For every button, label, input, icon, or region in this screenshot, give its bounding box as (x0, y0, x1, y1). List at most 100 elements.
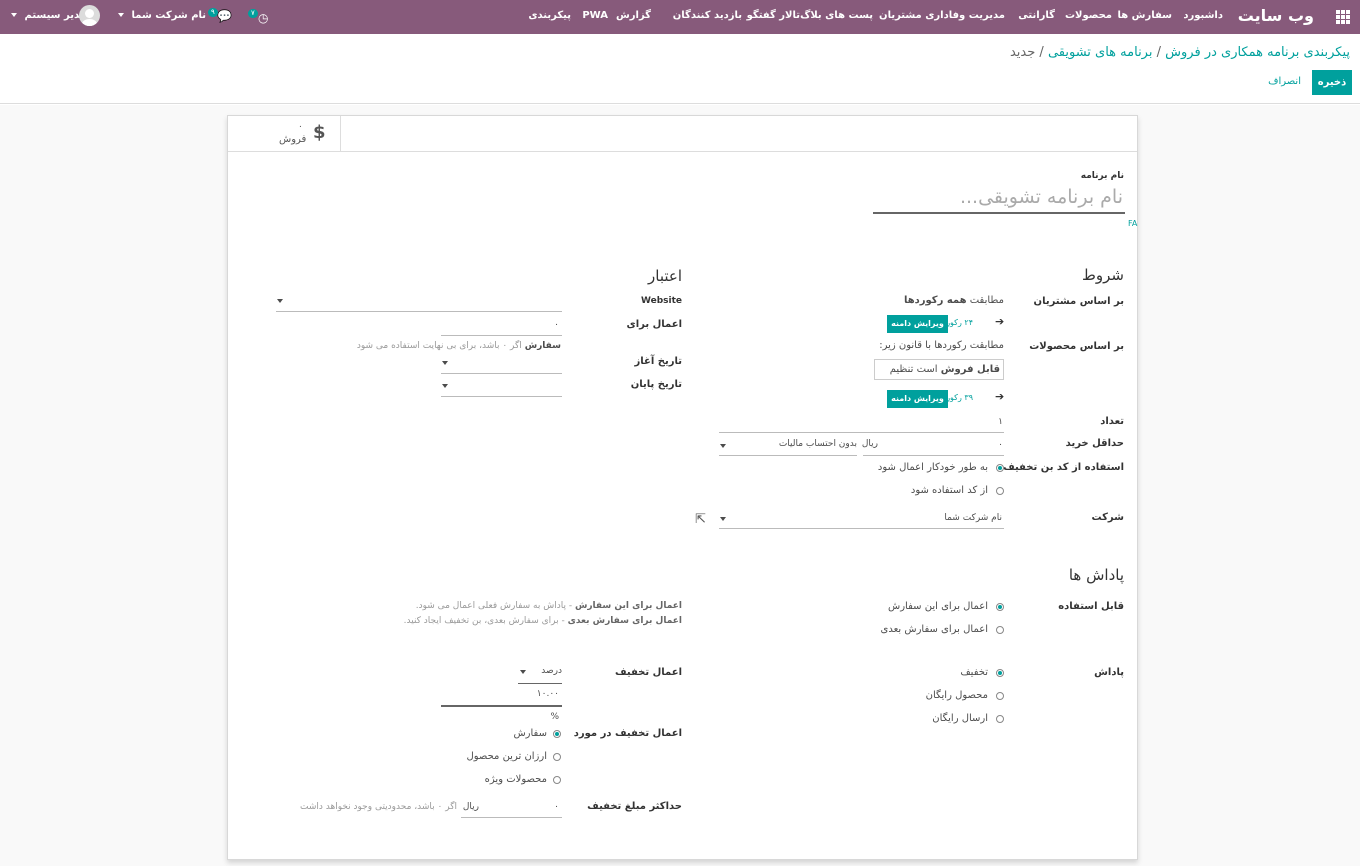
apply-for-underline (441, 335, 562, 336)
discount-type-select[interactable]: درصد (518, 665, 562, 681)
discount-type-value: درصد (541, 666, 562, 676)
min-purchase-input[interactable]: ۰ (998, 440, 1003, 450)
program-name-label: نام برنامه (1080, 171, 1124, 181)
messages-button[interactable]: 💬 ۹ (208, 8, 232, 24)
help-2-text: - برای سفارش بعدی، بن تخفیف ایجاد کنید. (403, 616, 568, 626)
products-domain-text: مطابقت رکوردها با قانون زیر: (879, 340, 1004, 351)
discount-value-input[interactable]: ۱۰.۰۰ (537, 689, 559, 699)
end-date-label: تاریخ پایان (630, 379, 682, 390)
breadcrumb-link-programs[interactable]: برنامه های تشویقی (1048, 45, 1153, 60)
reward-discount-radio[interactable] (996, 669, 1004, 677)
menu-configuration[interactable]: پیکربندی (528, 10, 571, 21)
menu-dashboard[interactable]: داشبورد (1183, 10, 1223, 21)
caret-down-icon (277, 299, 283, 303)
quantity-underline (719, 432, 1004, 433)
start-date-label: تاریخ آغاز (634, 356, 682, 367)
conditions-title: شروط (1082, 266, 1124, 284)
menu-orders[interactable]: سفارش ها (1117, 10, 1172, 21)
apply-on-order-label: سفارش (513, 728, 547, 739)
external-link-icon[interactable]: ⇱ (695, 512, 706, 527)
max-discount-currency: ریال (462, 802, 479, 812)
apply-for-help: سفارش اگر ۰ باشد، برای بی نهایت استفاده … (357, 341, 561, 351)
apply-current-order-radio[interactable] (996, 603, 1004, 611)
match-text: مطابقت (966, 295, 1004, 306)
apply-on-cheapest-label: ارزان ترین محصول (466, 751, 547, 762)
apply-for-input[interactable]: ۰ (554, 320, 559, 330)
menu-loyalty[interactable]: مدیریت وفاداری مشتریان (879, 10, 1005, 21)
code-usage-label: استفاده از کد بن تخفیف (1003, 462, 1124, 473)
form-sheet: $ ۰ فروش نام برنامه نام برنامه تشویقی...… (227, 115, 1138, 860)
menu-blog-posts[interactable]: پست های بلاگ (800, 10, 873, 21)
sales-smart-button[interactable]: $ ۰ فروش (228, 116, 341, 151)
rule-operator: است (916, 364, 938, 375)
user-avatar[interactable] (79, 5, 100, 26)
menu-forum[interactable]: تالار گفتگو (747, 10, 800, 21)
tax-mode-select[interactable]: بدون احتساب مالیات (719, 438, 857, 454)
apply-on-specific-label: محصولات ویژه (484, 774, 547, 785)
reward-free-product-label: محصول رایگان (925, 690, 988, 701)
menu-pwa[interactable]: PWA (582, 10, 608, 21)
caret-down-icon (442, 384, 448, 388)
activity-button[interactable]: ◷ ۷ (248, 9, 270, 25)
apply-on-cheapest-radio[interactable] (553, 753, 561, 761)
user-menu[interactable]: مدیر سیستم (11, 10, 86, 24)
reward-free-product-radio[interactable] (996, 692, 1004, 700)
company-underline (719, 528, 1004, 529)
products-edit-domain-button[interactable]: ویرایش دامنه (887, 390, 948, 408)
save-button[interactable]: ذخیره (1312, 70, 1352, 95)
company-select[interactable]: نام شرکت شما (719, 511, 1004, 527)
apply-for-label: اعمال برای (626, 319, 682, 330)
company-value: نام شرکت شما (944, 513, 1002, 523)
company-label: شرکت (1091, 512, 1124, 523)
apply-discount-label: اعمال تخفیف (614, 667, 682, 678)
sales-label: فروش (279, 134, 307, 145)
product-rule-box[interactable]: قابل فروش است تنظیم (874, 359, 1004, 380)
applicability-help-1: اعمال برای این سفارش - پاداش به سفارش فع… (416, 601, 682, 611)
use-code-radio[interactable] (996, 487, 1004, 495)
caret-down-icon (720, 517, 726, 521)
control-panel: پیکربندی برنامه همکاری در فروش / برنامه … (0, 34, 1360, 104)
discount-value-underline (441, 705, 562, 707)
product-rule-text: قابل فروش است تنظیم (890, 364, 1000, 375)
end-date-underline (441, 396, 562, 397)
sales-count: ۰ (298, 122, 303, 132)
customers-edit-domain-button[interactable]: ویرایش دامنه (887, 315, 948, 333)
start-date-select[interactable] (441, 356, 562, 372)
applicability-label: قابل استفاده (1058, 601, 1124, 612)
end-date-select[interactable] (441, 379, 562, 395)
customers-domain-text: مطابقت همه رکوردها (904, 295, 1004, 306)
apply-for-unit: سفارش (524, 341, 561, 351)
menu-products[interactable]: محصولات (1065, 10, 1112, 21)
apply-next-order-radio[interactable] (996, 626, 1004, 634)
rule-value: تنظیم (889, 364, 914, 375)
program-name-input[interactable]: نام برنامه تشویقی... (960, 186, 1123, 208)
reward-free-shipping-radio[interactable] (996, 715, 1004, 723)
percent-sign: % (550, 712, 559, 722)
company-switcher[interactable]: نام شرکت شما (118, 10, 206, 24)
caret-down-icon (11, 13, 17, 17)
breadcrumb-separator: / (1039, 45, 1044, 60)
program-name-underline (873, 212, 1125, 214)
apply-on-order-radio[interactable] (553, 730, 561, 738)
discount-type-underline (518, 683, 562, 684)
menu-warranty[interactable]: گارانتی (1018, 10, 1055, 21)
discard-button[interactable]: انصراف (1268, 76, 1301, 87)
apps-menu-icon[interactable] (1336, 10, 1350, 24)
user-name: مدیر سیستم (24, 10, 86, 21)
app-brand[interactable]: وب سایت (1238, 6, 1314, 25)
applicability-help-2: اعمال برای سفارش بعدی - برای سفارش بعدی،… (404, 616, 682, 626)
website-select[interactable] (276, 294, 562, 310)
caret-down-icon (520, 670, 526, 674)
menu-reporting[interactable]: گزارش (616, 10, 651, 21)
max-discount-input[interactable]: ۰ (554, 802, 559, 812)
min-purchase-currency: ریال (861, 439, 878, 449)
language-button[interactable]: FA (1128, 219, 1137, 228)
website-underline (276, 311, 562, 312)
auto-apply-radio[interactable] (996, 464, 1004, 472)
messages-badge: ۹ (208, 8, 218, 17)
quantity-input[interactable]: ۱ (998, 417, 1003, 427)
apply-on-specific-radio[interactable] (553, 776, 561, 784)
breadcrumb-link-config[interactable]: پیکربندی برنامه همکاری در فروش (1165, 45, 1350, 60)
menu-visitors[interactable]: بازدید کنندگان (673, 10, 742, 21)
match-all-text: همه رکوردها (903, 295, 967, 306)
